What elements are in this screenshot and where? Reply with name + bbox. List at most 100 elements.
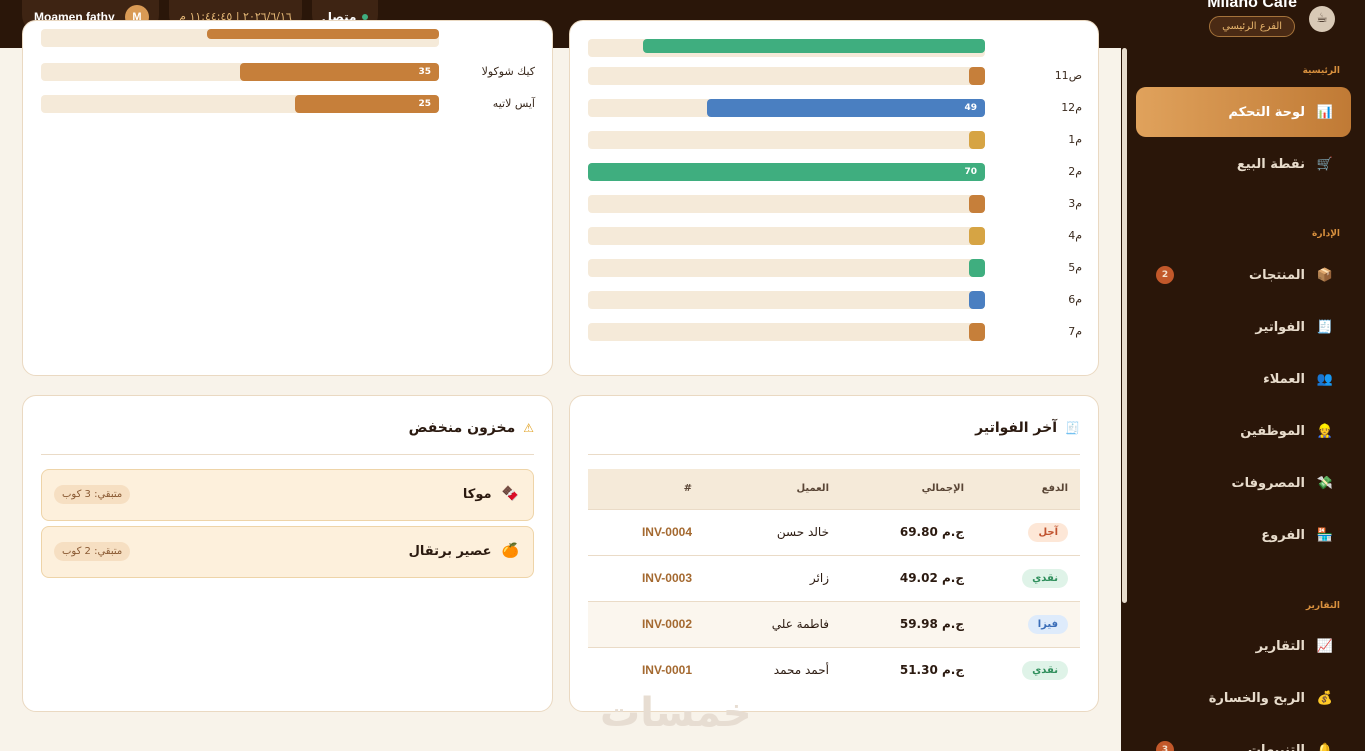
latest-invoices-card: آخر الفواتير 🧾 # العميل الإجمالي الدفع I… bbox=[569, 395, 1099, 712]
orange-icon: 🍊 bbox=[501, 543, 519, 559]
low-stock-title: مخزون منخفض bbox=[408, 420, 516, 436]
sidebar-item-profit-loss[interactable]: الربح والخسارة 💰 bbox=[1136, 677, 1351, 719]
invoice-number[interactable]: INV-0003 bbox=[588, 555, 704, 601]
payment-badge: آجل bbox=[1028, 522, 1068, 542]
hour-label: 2م bbox=[1068, 165, 1082, 178]
brand: Milano Cafe الفرع الرئيسي ☕ bbox=[1207, 0, 1335, 37]
hour-label: 1م bbox=[1068, 133, 1082, 146]
cart-icon: 🛒 bbox=[1316, 156, 1334, 172]
alerts-count-badge: 3 bbox=[1156, 741, 1174, 751]
low-stock-item[interactable]: موكا 🍫 متبقي: 3 كوب bbox=[41, 469, 534, 521]
product-name: آيس لاتيه bbox=[492, 97, 535, 110]
product-bar-row bbox=[41, 29, 535, 49]
products-count-badge: 2 bbox=[1156, 266, 1174, 284]
section-label-reports: التقارير bbox=[1305, 601, 1340, 611]
hourly-bar-row: 4م bbox=[588, 227, 1082, 247]
sidebar-item-label: الفواتير bbox=[1255, 319, 1305, 335]
invoice-number[interactable]: INV-0004 bbox=[588, 509, 704, 555]
chocolate-icon: 🍫 bbox=[501, 486, 519, 502]
bar-fill bbox=[969, 195, 985, 213]
payment-badge: نقدي bbox=[1022, 568, 1068, 588]
sidebar-item-label: العملاء bbox=[1263, 371, 1305, 387]
sidebar-item-label: التنبيهات bbox=[1247, 742, 1305, 751]
sidebar-item-label: المصروفات bbox=[1231, 475, 1306, 491]
invoice-number[interactable]: INV-0001 bbox=[588, 647, 704, 693]
money-icon: 💸 bbox=[1316, 475, 1334, 491]
sidebar-item-alerts[interactable]: 3 التنبيهات 🔔 bbox=[1136, 729, 1351, 751]
bar-fill: 25 bbox=[295, 95, 439, 113]
hourly-bar-row: 5م bbox=[588, 259, 1082, 279]
top-products-card: 35 كيك شوكولا 25 آيس لاتيه bbox=[22, 20, 553, 376]
invoice-customer: زائر bbox=[809, 571, 829, 585]
hourly-bar-row: 3م bbox=[588, 195, 1082, 215]
sidebar-item-customers[interactable]: العملاء 👥 bbox=[1136, 358, 1351, 400]
invoice-customer: خالد حسن bbox=[776, 525, 829, 539]
table-header-row: # العميل الإجمالي الدفع bbox=[588, 469, 1080, 509]
invoice-total: 49.02 ج.م bbox=[899, 571, 964, 585]
sidebar-item-reports[interactable]: التقارير 📈 bbox=[1136, 625, 1351, 667]
divider bbox=[41, 454, 534, 455]
bar-track bbox=[588, 323, 985, 341]
hour-label: 12م bbox=[1061, 101, 1082, 114]
invoices-title: آخر الفواتير bbox=[975, 420, 1058, 436]
bar-fill bbox=[969, 291, 985, 309]
payment-badge: نقدي bbox=[1022, 660, 1068, 680]
coffee-cup-icon: ☕ bbox=[1309, 5, 1335, 32]
people-icon: 👥 bbox=[1316, 371, 1334, 387]
card-title: مخزون منخفض ⚠ bbox=[409, 420, 534, 436]
sidebar-item-expenses[interactable]: المصروفات 💸 bbox=[1136, 462, 1351, 504]
invoice-customer: أحمد محمد bbox=[773, 663, 829, 678]
invoice-total: 59.98 ج.م bbox=[899, 617, 964, 631]
sidebar-item-label: الفروع bbox=[1261, 527, 1305, 543]
sidebar-item-label: الموظفين bbox=[1240, 423, 1305, 439]
col-payment: الدفع bbox=[1041, 483, 1068, 495]
sidebar: الرئيسية لوحة التحكم 📊 نقطة البيع 🛒 الإد… bbox=[1121, 48, 1365, 751]
sidebar-item-invoices[interactable]: الفواتير 🧾 bbox=[1136, 306, 1351, 348]
employee-icon: 👷 bbox=[1316, 423, 1334, 439]
receipt-icon: 🧾 bbox=[1065, 421, 1080, 435]
section-label-management: الإدارة bbox=[1312, 229, 1340, 239]
bar-fill bbox=[969, 259, 985, 277]
watermark: خمسات bbox=[600, 690, 752, 736]
bar-track bbox=[588, 67, 985, 85]
hourly-bar-row: 1م bbox=[588, 131, 1082, 151]
table-row[interactable]: INV-0002 فاطمة علي 59.98 ج.م فيزا bbox=[588, 601, 1080, 647]
hourly-bar-row: 6م bbox=[588, 291, 1082, 311]
table-row[interactable]: INV-0004 خالد حسن 69.80 ج.م آجل bbox=[588, 509, 1080, 555]
sidebar-item-products[interactable]: 2 المنتجات 📦 bbox=[1136, 254, 1351, 296]
payment-badge: فيزا bbox=[1027, 614, 1068, 634]
invoice-number[interactable]: INV-0002 bbox=[588, 601, 704, 647]
brand-name: Milano Cafe bbox=[1207, 0, 1297, 11]
col-customer: العميل bbox=[796, 483, 829, 495]
sidebar-item-label: الربح والخسارة bbox=[1208, 690, 1305, 706]
sidebar-item-label: نقطة البيع bbox=[1236, 156, 1305, 172]
card-title: آخر الفواتير 🧾 bbox=[975, 420, 1080, 436]
table-row[interactable]: INV-0003 زائر 49.02 ج.م نقدي bbox=[588, 555, 1080, 601]
status-dot-icon bbox=[362, 13, 369, 20]
stock-item-name: عصير برتقال bbox=[408, 543, 492, 559]
branch-selector[interactable]: الفرع الرئيسي bbox=[1209, 16, 1296, 37]
sidebar-item-branches[interactable]: الفروع 🏪 bbox=[1136, 514, 1351, 556]
product-bar-row: 35 كيك شوكولا bbox=[41, 63, 535, 83]
scrollbar[interactable] bbox=[1122, 48, 1127, 603]
bar-track bbox=[588, 291, 985, 309]
sidebar-item-employees[interactable]: الموظفين 👷 bbox=[1136, 410, 1351, 452]
hourly-bar-row: 11ص bbox=[588, 67, 1082, 87]
invoice-total: 69.80 ج.م bbox=[899, 525, 964, 539]
col-total: الإجمالي bbox=[921, 483, 964, 495]
receipt-icon: 🧾 bbox=[1316, 319, 1334, 335]
hour-label: 3م bbox=[1068, 197, 1082, 210]
stock-remaining-badge: متبقي: 3 كوب bbox=[54, 485, 131, 504]
bar-fill: 49 bbox=[707, 99, 985, 117]
sidebar-item-dashboard[interactable]: لوحة التحكم 📊 bbox=[1136, 87, 1351, 137]
low-stock-item[interactable]: عصير برتقال 🍊 متبقي: 2 كوب bbox=[41, 526, 534, 578]
bar-track bbox=[588, 259, 985, 277]
bar-fill bbox=[969, 131, 985, 149]
warning-icon: ⚠ bbox=[523, 421, 534, 435]
sidebar-item-pos[interactable]: نقطة البيع 🛒 bbox=[1136, 143, 1351, 185]
table-row[interactable]: INV-0001 أحمد محمد 51.30 ج.م نقدي bbox=[588, 647, 1080, 693]
hour-label: 7م bbox=[1068, 325, 1082, 338]
sidebar-item-label: المنتجات bbox=[1249, 267, 1305, 283]
stock-remaining-badge: متبقي: 2 كوب bbox=[54, 542, 131, 561]
section-label-main: الرئيسية bbox=[1302, 66, 1340, 76]
